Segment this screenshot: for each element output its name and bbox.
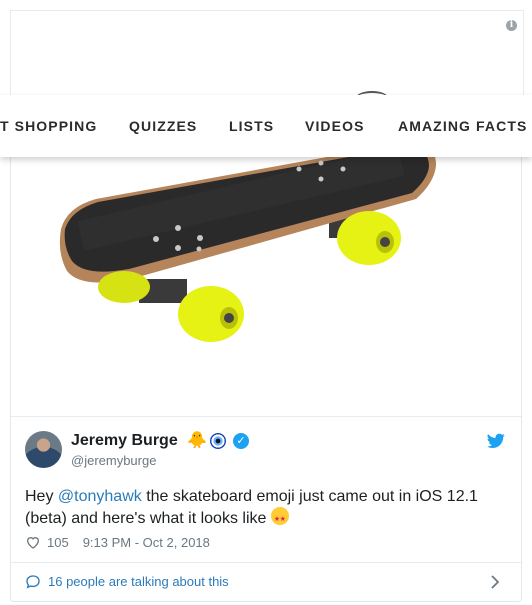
- tweet-author[interactable]: Jeremy Burge 🐥 ✓ @jeremyburge: [25, 431, 505, 471]
- author-handle[interactable]: @jeremyburge: [71, 453, 156, 468]
- talking-link[interactable]: 16 people are talking about this: [48, 574, 229, 589]
- like-count[interactable]: 105: [47, 535, 69, 550]
- tweet-meta: 105 9:13 PM - Oct 2, 2018: [25, 533, 210, 551]
- nav-item-lists[interactable]: LISTS: [229, 118, 274, 134]
- tweet-text-part: Hey: [25, 488, 58, 505]
- nazar-amulet-emoji: [210, 433, 226, 449]
- info-icon[interactable]: i: [506, 20, 517, 31]
- tweet-text: Hey @tonyhawk the skateboard emoji just …: [25, 486, 505, 530]
- nav-item-videos[interactable]: VIDEOS: [305, 118, 365, 134]
- tweet-timestamp[interactable]: 9:13 PM - Oct 2, 2018: [83, 535, 210, 550]
- speech-bubble-icon: [26, 575, 40, 589]
- nav-item-quizzes[interactable]: QUIZZES: [129, 118, 197, 134]
- mention-link[interactable]: @tonyhawk: [58, 488, 142, 505]
- chevron-right-icon[interactable]: [491, 575, 499, 589]
- category-nav: T SHOPPING QUIZZES LISTS VIDEOS AMAZING …: [0, 95, 532, 157]
- heart-icon[interactable]: [25, 534, 41, 550]
- tweet-footer[interactable]: 16 people are talking about this: [11, 562, 521, 601]
- chick-emoji: 🐥: [187, 432, 207, 449]
- avatar[interactable]: [25, 431, 62, 468]
- star-struck-emoji: [270, 507, 289, 530]
- front-left-wheel: [98, 271, 150, 303]
- author-name[interactable]: Jeremy Burge: [71, 432, 178, 450]
- nav-item-amazing-facts[interactable]: AMAZING FACTS: [398, 118, 527, 134]
- twitter-bird-icon[interactable]: [487, 433, 505, 449]
- embedded-tweet[interactable]: Jeremy Burge 🐥 ✓ @jeremyburge Hey @tonyh…: [10, 110, 522, 602]
- verified-badge-icon: ✓: [233, 433, 249, 449]
- nav-item-shopping[interactable]: T SHOPPING: [0, 118, 97, 134]
